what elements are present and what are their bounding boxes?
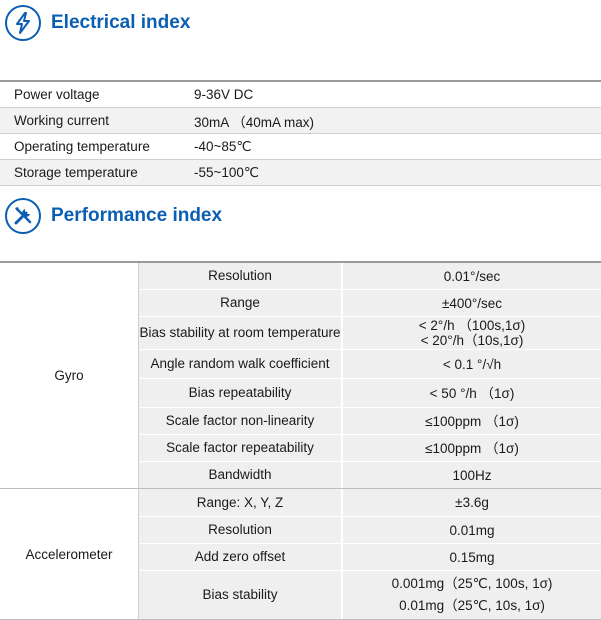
table-row: Range ±400°/sec <box>139 290 601 317</box>
param-name: Angle random walk coefficient <box>139 350 341 378</box>
table-row: Bandwidth 100Hz <box>139 462 601 488</box>
param-name: Add zero offset <box>139 544 341 570</box>
performance-section-header: Performance index <box>0 196 222 236</box>
electrical-title: Electrical index <box>51 12 191 33</box>
table-row: Angle random walk coefficient < 0.1 °/√h <box>139 350 601 379</box>
param-value: < 50 °/h （1σ) <box>343 379 601 407</box>
param-value: ≤100ppm （1σ) <box>343 435 601 461</box>
spec-value: 9-36V DC <box>194 87 254 102</box>
group-label: Gyro <box>0 263 139 488</box>
tools-icon <box>5 198 41 234</box>
accelerometer-group: Accelerometer Range: X, Y, Z ±3.6g Resol… <box>0 489 601 620</box>
param-value: 0.15mg <box>343 544 601 570</box>
spec-value: -40~85℃ <box>194 138 252 154</box>
param-name: Resolution <box>139 263 341 289</box>
table-row: Scale factor repeatability ≤100ppm （1σ) <box>139 435 601 462</box>
param-value: 0.01mg <box>343 517 601 543</box>
table-row: Storage temperature -55~100℃ <box>0 160 601 186</box>
param-value: < 2°/h （100s,1σ) < 20°/h（10s,1σ) <box>343 317 601 349</box>
param-name: Bias repeatability <box>139 379 341 407</box>
param-value: 0.001mg（25℃, 100s, 1σ) 0.01mg（25℃, 10s, 1… <box>343 571 601 619</box>
performance-title: Performance index <box>51 205 223 226</box>
param-name: Range: X, Y, Z <box>139 489 341 516</box>
table-row: Add zero offset 0.15mg <box>139 544 601 571</box>
spec-value: 30mA （40mA max) <box>194 114 315 130</box>
param-value: ±3.6g <box>343 489 601 516</box>
table-row: Bias repeatability < 50 °/h （1σ) <box>139 379 601 408</box>
param-value: ±400°/sec <box>343 290 601 316</box>
spec-key: Operating temperature <box>14 139 150 154</box>
table-row: Bias stability at room temperature < 2°/… <box>139 317 601 350</box>
param-name: Resolution <box>139 517 341 543</box>
param-name: Range <box>139 290 341 316</box>
param-name: Bias stability at room temperature <box>139 317 341 349</box>
gyro-group: Gyro Resolution 0.01°/sec Range ±400°/se… <box>0 263 601 489</box>
param-value: < 0.1 °/√h <box>343 350 601 378</box>
param-value: ≤100ppm （1σ) <box>343 408 601 434</box>
table-row: Operating temperature -40~85℃ <box>0 134 601 160</box>
table-row: Range: X, Y, Z ±3.6g <box>139 489 601 517</box>
spec-value: -55~100℃ <box>194 164 260 180</box>
param-value: 0.01°/sec <box>343 263 601 289</box>
param-value: 100Hz <box>343 462 601 488</box>
param-name: Scale factor repeatability <box>139 435 341 461</box>
table-row: Resolution 0.01mg <box>139 517 601 544</box>
param-name: Bias stability <box>139 571 341 619</box>
param-name: Bandwidth <box>139 462 341 488</box>
performance-table: Gyro Resolution 0.01°/sec Range ±400°/se… <box>0 261 601 620</box>
table-row: Power voltage 9-36V DC <box>0 82 601 108</box>
table-row: Working current 30mA （40mA max) <box>0 108 601 134</box>
param-name: Scale factor non-linearity <box>139 408 341 434</box>
spec-key: Power voltage <box>14 87 100 102</box>
spec-key: Storage temperature <box>14 165 138 180</box>
table-row: Bias stability 0.001mg（25℃, 100s, 1σ) 0.0… <box>139 571 601 619</box>
lightning-icon <box>5 5 41 41</box>
table-row: Resolution 0.01°/sec <box>139 263 601 290</box>
group-label: Accelerometer <box>0 489 139 619</box>
spec-key: Working current <box>14 113 110 128</box>
electrical-table: Power voltage 9-36V DC Working current 3… <box>0 80 601 186</box>
table-row: Scale factor non-linearity ≤100ppm （1σ) <box>139 408 601 435</box>
electrical-section-header: Electrical index <box>0 3 190 43</box>
